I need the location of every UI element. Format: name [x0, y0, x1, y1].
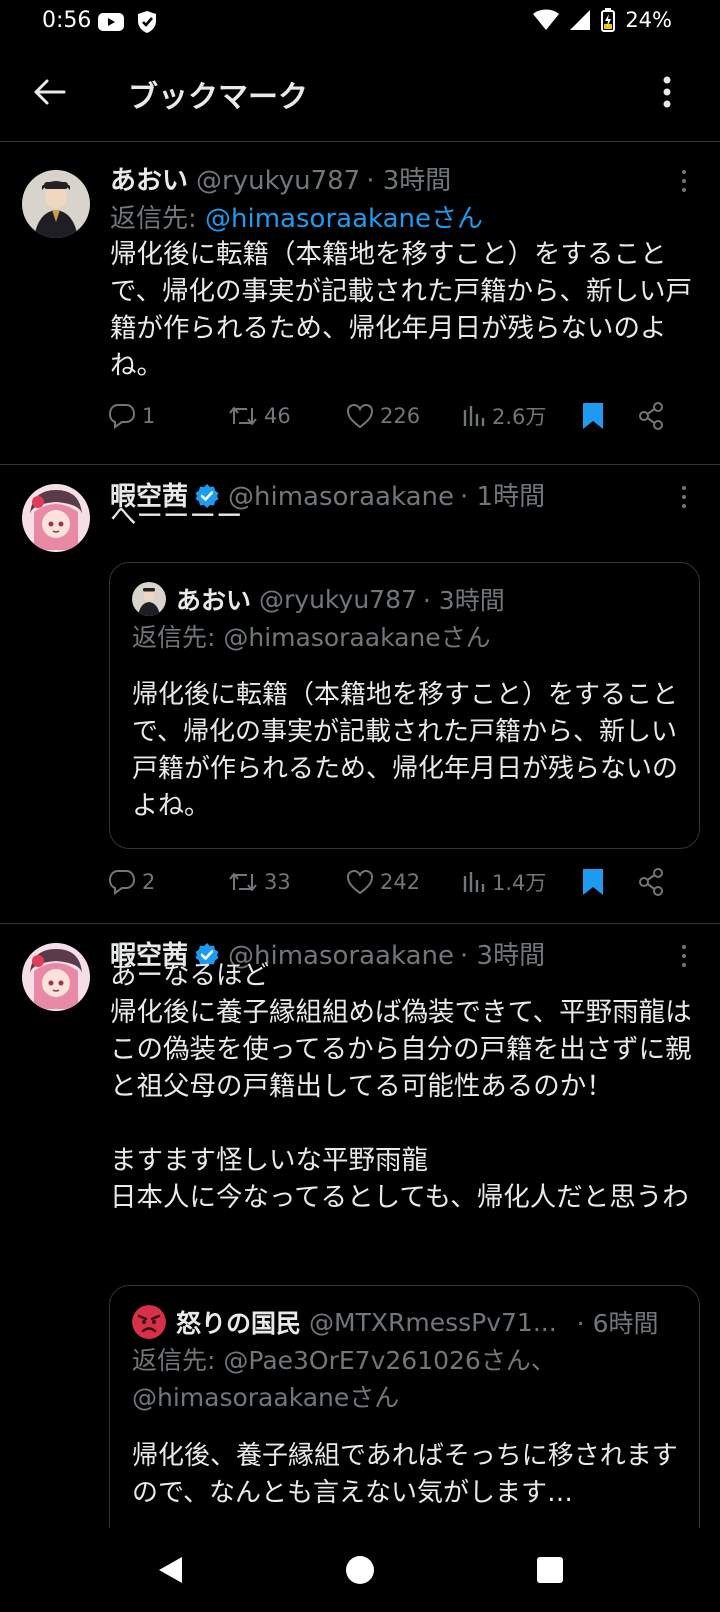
retweet-icon: [229, 873, 257, 891]
heart-icon: [346, 403, 374, 429]
quoted-author-handle: @MTXRmessPv71...: [309, 1307, 557, 1337]
retweet-button[interactable]: 46: [228, 396, 291, 436]
share-icon: [639, 868, 663, 896]
divider: [0, 141, 720, 142]
tweet[interactable]: 暇空茜 @himasoraakane · 3時間 あーなるほど 帰化後に養子縁組…: [0, 925, 720, 1545]
views-button[interactable]: 1.4万: [462, 862, 546, 902]
bookmark-button[interactable]: [582, 862, 604, 902]
nav-back-button[interactable]: [150, 1550, 190, 1590]
tweet-time[interactable]: · 3時間: [366, 160, 451, 197]
like-button[interactable]: 242: [346, 862, 420, 902]
share-button[interactable]: [638, 396, 664, 436]
views-count: 2.6万: [492, 405, 547, 429]
status-bar: 0:56 24%: [0, 0, 720, 44]
bookmark-filled-icon: [583, 403, 603, 429]
tweet-actions: 2 33 242 1.4万: [108, 862, 698, 902]
quoted-tweet[interactable]: あおい @ryukyu787 · 3時間 返信先: @himasoraakane…: [109, 562, 700, 849]
youtube-icon: [98, 13, 124, 31]
share-icon: [639, 402, 663, 430]
reply-button[interactable]: 1: [108, 396, 155, 436]
author-name[interactable]: あおい: [110, 160, 188, 197]
tweet-actions: 1 46 226 2.6万: [108, 396, 698, 436]
square-recents-icon: [537, 1557, 563, 1583]
avatar[interactable]: [22, 484, 90, 552]
tweet-text: へーーーー: [110, 501, 243, 532]
battery-percent: 24%: [625, 8, 672, 32]
reply-count: 1: [142, 404, 156, 428]
battery-icon: [601, 8, 616, 32]
angry-face-icon: [132, 1305, 166, 1339]
page-title: ブックマーク: [128, 80, 308, 115]
views-chart-icon: [463, 406, 485, 426]
quoted-reply-to: 返信先: @Pae3OrE7v261026さん、 @himasoraakaneさ…: [132, 1346, 556, 1412]
bookmark-filled-icon: [583, 869, 603, 895]
like-count: 226: [380, 404, 421, 428]
retweet-count: 46: [264, 404, 291, 428]
status-time: 0:56: [42, 8, 92, 33]
heart-icon: [346, 869, 374, 895]
bookmark-button[interactable]: [582, 396, 604, 436]
tweet[interactable]: 暇空茜 @himasoraakane · 1時間 へーーーー あおい @ryuk…: [0, 466, 720, 924]
more-options-button[interactable]: [652, 70, 682, 114]
reply-prefix: 返信先:: [110, 204, 206, 234]
retweet-icon: [229, 407, 257, 425]
quoted-tweet-text: 帰化後に転籍（本籍地を移すこと）をすることで、帰化の事実が記載された戸籍から、新…: [132, 680, 679, 821]
quoted-tweet-text: 帰化後、養子縁組であればそっちに移されますので、なんとも言えない気がします…: [132, 1441, 678, 1508]
quoted-author-handle: @ryukyu787: [259, 584, 417, 614]
retweet-button[interactable]: 33: [228, 862, 291, 902]
quoted-author-name: あおい: [176, 586, 252, 615]
quoted-reply-to: 返信先: @himasoraakaneさん: [132, 623, 491, 652]
reply-icon: [108, 870, 136, 895]
back-button[interactable]: [28, 70, 72, 114]
tweet[interactable]: あおい @ryukyu787 · 3時間 返信先: @himasoraakane…: [0, 150, 720, 465]
reply-icon: [108, 404, 136, 429]
system-nav-bar: [0, 1528, 720, 1612]
wifi-icon: [533, 9, 560, 30]
quoted-tweet-time: · 3時間: [422, 586, 505, 615]
reply-count: 2: [142, 870, 156, 894]
more-vertical-icon[interactable]: [678, 168, 690, 194]
author-handle[interactable]: @ryukyu787: [196, 166, 360, 196]
quoted-tweet[interactable]: 怒りの国民 @MTXRmessPv71... · 6時間 返信先: @Pae3O…: [109, 1285, 700, 1545]
app-bar: ブックマーク: [0, 52, 720, 132]
like-button[interactable]: 226: [346, 396, 420, 436]
tweet-text: 帰化後に転籍（本籍地を移すこと）をすることで、帰化の事実が記載された戸籍から、新…: [110, 239, 692, 381]
avatar[interactable]: [22, 943, 90, 1011]
circle-home-icon: [346, 1556, 374, 1584]
triangle-back-icon: [159, 1557, 182, 1583]
views-button[interactable]: 2.6万: [462, 396, 546, 436]
retweet-count: 33: [264, 870, 291, 894]
avatar: [132, 582, 166, 616]
reply-to-link[interactable]: @himasoraakaneさん: [205, 204, 483, 234]
tweet-text: あーなるほど 帰化後に養子縁組組めば偽装できて、平野雨龍はこの偽装を使ってるから…: [110, 960, 692, 1213]
signal-icon: [570, 10, 591, 30]
quoted-tweet-time: · 6時間: [576, 1309, 659, 1338]
share-button[interactable]: [638, 862, 664, 902]
more-vertical-icon: [663, 76, 671, 108]
nav-home-button[interactable]: [340, 1550, 380, 1590]
reply-button[interactable]: 2: [108, 862, 155, 902]
avatar[interactable]: [22, 170, 90, 238]
arrow-left-icon: [34, 79, 66, 105]
views-chart-icon: [463, 872, 485, 892]
quoted-author-name: 怒りの国民: [176, 1309, 302, 1338]
shield-icon: [138, 11, 156, 33]
reply-to: 返信先: @himasoraakaneさん: [110, 198, 483, 235]
nav-recents-button[interactable]: [530, 1550, 570, 1590]
views-count: 1.4万: [492, 871, 547, 895]
like-count: 242: [380, 870, 421, 894]
